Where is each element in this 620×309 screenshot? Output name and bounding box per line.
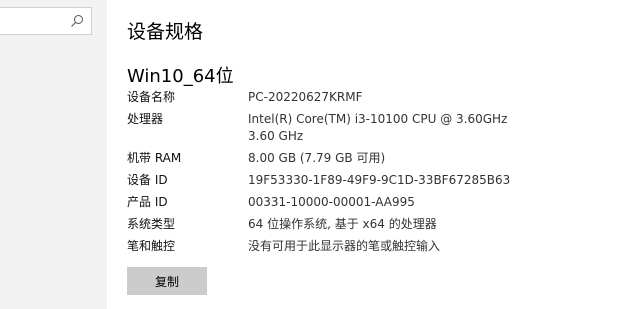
spec-value: PC-20220627KRMF [248,90,363,104]
spec-value: Intel(R) Core(TM) i3-10100 CPU @ 3.60GHz… [248,112,508,143]
device-name-heading: Win10_64位 [127,66,234,87]
spec-label: 设备 ID [127,173,168,187]
copy-button[interactable]: 复制 [127,267,207,295]
settings-sidebar [0,0,107,309]
spec-value: 00331-10000-00001-AA995 [248,195,415,209]
spec-value: 64 位操作系统, 基于 x64 的处理器 [248,217,437,231]
search-input[interactable] [0,8,81,34]
device-specs-panel: 设备规格 Win10_64位 设备名称 PC-20220627KRMF 处理器 … [127,0,620,309]
spec-value: 19F53330-1F89-49F9-9C1D-33BF67285B63 [248,173,511,187]
spec-label: 产品 ID [127,195,168,209]
spec-label: 笔和触控 [127,239,176,253]
spec-label: 设备名称 [127,90,176,104]
spec-value: 没有可用于此显示器的笔或触控输入 [248,239,441,253]
search-icon[interactable] [70,14,84,28]
spec-value: 8.00 GB (7.79 GB 可用) [248,151,386,165]
spec-label: 处理器 [127,112,164,126]
spec-label: 系统类型 [127,217,176,231]
page-title: 设备规格 [127,21,204,43]
search-field[interactable] [0,7,92,35]
spec-label: 机带 RAM [127,151,182,165]
